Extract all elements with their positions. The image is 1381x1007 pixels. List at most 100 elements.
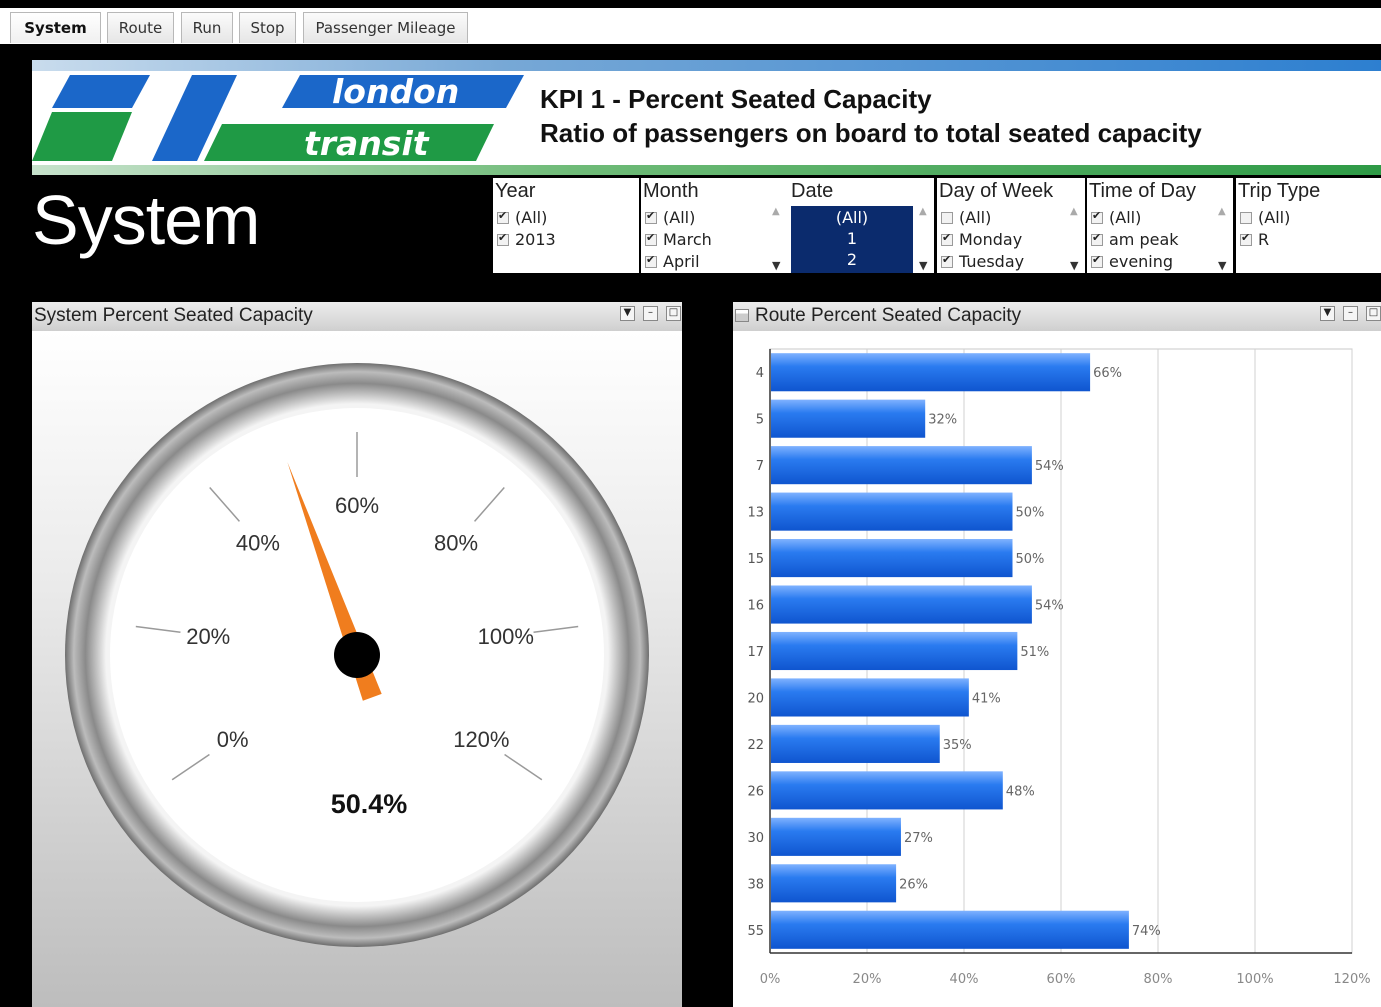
filter-day-item[interactable]: Tuesday bbox=[941, 252, 1024, 271]
checkbox-icon bbox=[941, 211, 953, 224]
filter-item-label: (All) bbox=[663, 208, 696, 227]
filter-time-item[interactable]: (All) bbox=[1091, 208, 1141, 227]
page-title: System bbox=[32, 181, 260, 259]
data-label: 50% bbox=[1016, 506, 1045, 521]
tab-system[interactable]: System bbox=[10, 12, 101, 43]
bar[interactable] bbox=[771, 724, 940, 763]
bar[interactable] bbox=[771, 678, 969, 717]
filter-year-item[interactable]: (All) bbox=[497, 208, 547, 227]
category-label: 20 bbox=[747, 691, 764, 706]
scroll-up-icon[interactable]: ▲ bbox=[919, 206, 927, 217]
maximize-icon[interactable]: □ bbox=[666, 306, 681, 321]
filter-month-date: Month (All) March April ▲▼ Date (All) 1 … bbox=[641, 178, 934, 273]
bar[interactable] bbox=[771, 864, 897, 903]
dropdown-icon[interactable]: ▼ bbox=[1320, 306, 1335, 321]
bar-panel-title: Route Percent Seated Capacity bbox=[755, 305, 1022, 326]
filter-month-item[interactable]: (All) bbox=[645, 208, 695, 227]
scroll-down-icon[interactable]: ▼ bbox=[1070, 259, 1078, 272]
time-scrollbar[interactable]: ▲ ▼ bbox=[1215, 206, 1233, 272]
category-label: 13 bbox=[747, 506, 764, 521]
checkbox-icon bbox=[1240, 211, 1252, 224]
scroll-up-icon[interactable]: ▲ bbox=[1070, 206, 1078, 217]
filter-time-item[interactable]: evening bbox=[1091, 252, 1173, 271]
filter-trip-item[interactable]: R bbox=[1240, 230, 1269, 249]
filter-date-list[interactable]: (All) 1 2 bbox=[791, 206, 913, 273]
minimize-icon[interactable]: – bbox=[643, 306, 658, 321]
filter-item-label: Tuesday bbox=[959, 252, 1025, 271]
date-item[interactable]: 2 bbox=[791, 250, 913, 269]
filter-day-item[interactable]: (All) bbox=[941, 208, 991, 227]
category-label: 26 bbox=[747, 784, 764, 799]
scroll-down-icon[interactable]: ▼ bbox=[772, 259, 780, 272]
bar[interactable] bbox=[771, 817, 901, 856]
dropdown-icon[interactable]: ▼ bbox=[620, 306, 635, 321]
data-label: 66% bbox=[1093, 366, 1122, 381]
day-scrollbar[interactable]: ▲ ▼ bbox=[1067, 206, 1085, 272]
checkbox-icon bbox=[497, 231, 509, 246]
date-item[interactable]: 1 bbox=[791, 229, 913, 248]
filter-item-label: Monday bbox=[959, 230, 1023, 249]
x-tick-label: 100% bbox=[1236, 972, 1273, 987]
bar-panel-header[interactable]: Route Percent Seated Capacity ▼ – □ bbox=[733, 302, 1381, 331]
filter-year-title: Year bbox=[495, 180, 536, 202]
tab-stop[interactable]: Stop bbox=[239, 12, 296, 43]
chart-bars: 4 66% 5 32% 7 54% 13 50% 15 50% 16 54% 17 51% 20 41% 22 3… bbox=[747, 353, 1161, 949]
date-scrollbar[interactable]: ▲ ▼ bbox=[916, 206, 934, 272]
x-tick-label: 80% bbox=[1144, 972, 1173, 987]
category-label: 7 bbox=[756, 459, 764, 474]
maximize-icon[interactable]: □ bbox=[1366, 306, 1381, 321]
filter-year-item[interactable]: 2013 bbox=[497, 230, 556, 249]
bar[interactable] bbox=[771, 631, 1018, 671]
filter-item-label: (All) bbox=[959, 208, 992, 227]
bar[interactable] bbox=[771, 353, 1091, 392]
filter-month-title: Month bbox=[643, 180, 699, 202]
scroll-down-icon[interactable]: ▼ bbox=[1218, 259, 1226, 272]
category-label: 15 bbox=[747, 552, 764, 567]
tab-passenger-mileage[interactable]: Passenger Mileage bbox=[303, 12, 468, 43]
category-label: 4 bbox=[756, 366, 764, 381]
bar[interactable] bbox=[771, 492, 1013, 531]
filter-month-item[interactable]: March bbox=[645, 230, 712, 249]
filter-trip-title: Trip Type bbox=[1238, 180, 1321, 202]
tab-route[interactable]: Route bbox=[107, 12, 174, 43]
bar[interactable] bbox=[771, 585, 1032, 624]
bar[interactable] bbox=[771, 399, 926, 438]
scroll-down-icon[interactable]: ▼ bbox=[919, 259, 927, 272]
data-label: 27% bbox=[904, 831, 933, 846]
route-bar-chart: 0% 20% 40% 60% 80% 100% 120% 4 66% 5 32% 7 54% 13 50%… bbox=[747, 348, 1371, 987]
checkbox-icon bbox=[645, 253, 657, 268]
filter-trip-item[interactable]: (All) bbox=[1240, 208, 1290, 227]
month-scrollbar[interactable]: ▲ ▼ bbox=[769, 206, 787, 272]
filter-item-label: (All) bbox=[1109, 208, 1142, 227]
filter-time-item[interactable]: am peak bbox=[1091, 230, 1179, 249]
filter-day-item[interactable]: Monday bbox=[941, 230, 1022, 249]
data-label: 54% bbox=[1035, 459, 1064, 474]
checkbox-icon bbox=[941, 253, 953, 268]
kpi-subtitle: Ratio of passengers on board to total se… bbox=[540, 118, 1202, 148]
scroll-up-icon[interactable]: ▲ bbox=[772, 206, 780, 217]
x-tick-label: 20% bbox=[853, 972, 882, 987]
scroll-up-icon[interactable]: ▲ bbox=[1218, 206, 1226, 217]
filter-month-item[interactable]: April bbox=[645, 252, 700, 271]
filter-year: Year (All) 2013 bbox=[493, 178, 639, 273]
category-label: 55 bbox=[747, 924, 764, 939]
filter-item-label: (All) bbox=[515, 208, 548, 227]
checkbox-icon bbox=[1091, 209, 1103, 224]
checkbox-icon bbox=[645, 209, 657, 224]
minimize-icon[interactable]: – bbox=[1343, 306, 1358, 321]
bar-panel: 0% 20% 40% 60% 80% 100% 120% 4 66% 5 32% 7 54% 13 50%… bbox=[733, 331, 1381, 1007]
category-label: 38 bbox=[747, 877, 764, 892]
gauge-tick-label: 20% bbox=[186, 624, 230, 649]
tab-run[interactable]: Run bbox=[181, 12, 233, 43]
checkbox-icon bbox=[941, 231, 953, 246]
gauge-tick-label: 100% bbox=[478, 624, 534, 649]
date-item[interactable]: (All) bbox=[791, 208, 913, 227]
bar-panel-title-wrap: Route Percent Seated Capacity bbox=[735, 305, 1021, 327]
gauge-hub bbox=[334, 632, 380, 678]
bar[interactable] bbox=[771, 446, 1032, 485]
bar[interactable] bbox=[771, 771, 1003, 810]
data-label: 51% bbox=[1020, 645, 1049, 660]
bar[interactable] bbox=[771, 539, 1013, 578]
gauge-panel-header[interactable]: System Percent Seated Capacity ▼ – □ bbox=[32, 302, 682, 331]
bar[interactable] bbox=[771, 910, 1129, 949]
